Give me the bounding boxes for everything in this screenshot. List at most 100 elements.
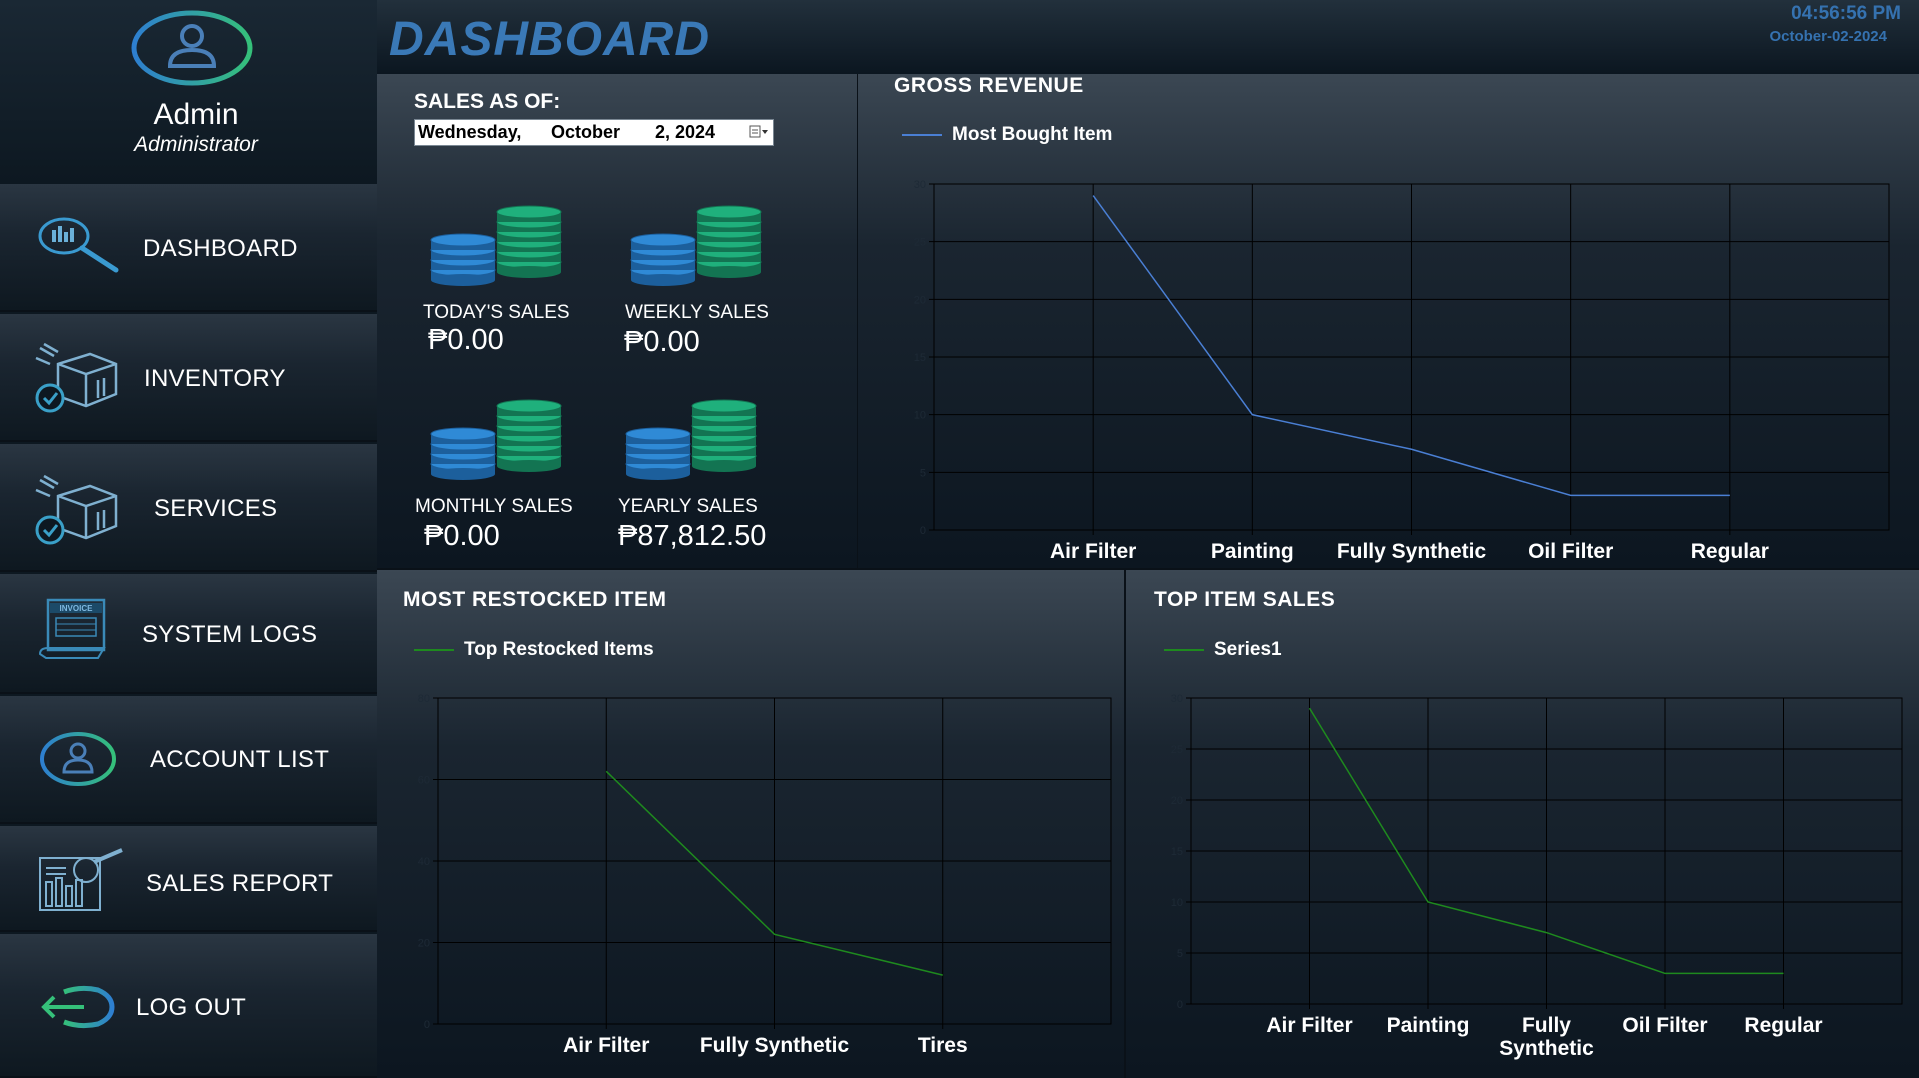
y-tick-label: 80 [418,693,430,705]
top-item-sales-chart: 0 5 10 15 20 25 30 Air Filter Painting FullySynth… [1171,693,1903,1060]
todays-sales-value: ₱0.00 [428,324,504,356]
sales-as-of-label: SALES AS OF: [414,90,561,113]
y-tick-label: 25 [914,237,926,249]
sidebar-item-dashboard[interactable]: DASHBOARD [0,184,377,312]
y-tick-label: 20 [1171,795,1183,807]
coin [626,468,690,480]
y-tick-label: 10 [914,410,926,422]
y-tick-label: 20 [418,938,430,950]
profile-card: Admin Administrator [0,0,377,182]
profile-name: Admin [153,98,239,131]
sidebar-item-sales-report[interactable]: SALES REPORT [0,826,377,932]
user-icon [40,732,116,786]
y-tick-label: 60 [418,775,430,787]
most-restocked-chart: 0 20 40 60 80 Air Filter Fully Synthetic Tires [418,693,1112,1057]
x-category-label: Tires [918,1034,968,1057]
x-category-label: Oil Filter [1622,1014,1707,1037]
sidebar-item-label: DASHBOARD [143,235,298,262]
y-tick-label: 0 [424,1019,430,1031]
y-tick-label: 0 [920,525,926,537]
x-category-label: Painting [1387,1014,1470,1037]
box-icon [35,474,118,545]
box-icon [35,342,118,413]
most-restocked-panel: MOST RESTOCKED ITEM Top Restocked Items … [377,568,1124,1078]
gross-revenue-panel: GROSS REVENUE Most Bought Item 0 5 10 15 20 2… [857,74,1919,568]
coin-stack-icon [430,399,562,480]
sidebar: Admin Administrator DASHBOARD INVENTORY [0,0,377,1078]
sidebar-item-label: ACCOUNT LIST [150,746,330,773]
sidebar-item-label: SALES REPORT [146,870,334,897]
coin-stack-icon [430,205,562,286]
x-category-label: Air Filter [563,1034,649,1057]
coin [430,427,496,441]
x-category-label: Fully [1522,1014,1571,1037]
dashboard-search-icon [38,217,119,273]
clock-time: 04:56:56 PM [1791,3,1901,24]
coin [431,274,495,286]
y-tick-label: 40 [418,856,430,868]
yearly-sales-value: ₱87,812.50 [618,520,767,552]
header: DASHBOARD 04:56:56 PM October-02-2024 [377,0,1919,74]
top-item-sales-panel: TOP ITEM SALES Series1 0 5 10 15 20 25 30 Air F… [1124,568,1919,1078]
coin [631,274,695,286]
weekly-sales-label: WEEKLY SALES [625,302,769,323]
x-category-label: Oil Filter [1528,540,1613,563]
sidebar-item-label: LOG OUT [136,994,247,1021]
x-category-label: Regular [1691,540,1769,563]
weekly-sales-value: ₱0.00 [624,326,700,358]
y-tick-label: 30 [914,179,926,191]
coin [430,233,496,247]
sidebar-item-account-list[interactable]: ACCOUNT LIST [0,696,377,824]
sales-date-picker[interactable]: Wednesday, October 2, 2024 [414,119,774,146]
coin [691,399,757,413]
coin [697,266,761,278]
monthly-sales-value: ₱0.00 [424,520,500,552]
yearly-sales-label: YEARLY SALES [618,496,758,517]
y-tick-label: 30 [1171,693,1183,705]
calendar-dropdown-icon[interactable] [749,125,769,139]
coin [630,233,696,247]
todays-sales-label: TODAY'S SALES [423,302,570,323]
x-category-label: Air Filter [1266,1014,1352,1037]
invoice-icon-label: INVOICE [60,604,94,613]
y-tick-label: 0 [1177,999,1183,1011]
sidebar-item-label: SERVICES [154,495,278,522]
y-tick-label: 5 [920,467,926,479]
page-title: DASHBOARD [389,13,710,66]
coin [496,399,562,413]
date-picker-month: October [551,122,621,142]
invoice-icon: INVOICE [38,598,106,659]
sidebar-item-system-logs[interactable]: INVOICE SYSTEM LOGS [0,574,377,694]
coin-stack-icon [625,399,757,480]
gross-revenue-chart: 0 5 10 15 20 25 30 Air Filter Painting Fully Synt… [914,179,1890,563]
date-picker-date: 2, 2024 [655,122,716,142]
coin-stack-icon [630,205,762,286]
y-tick-label: 5 [1177,948,1183,960]
y-tick-label: 15 [914,352,926,364]
x-category-label: Synthetic [1499,1037,1594,1060]
y-tick-label: 10 [1171,897,1183,909]
sales-summary-panel: SALES AS OF: Wednesday, October 2, 2024 … [377,74,857,568]
coin [625,427,691,441]
profile-role: Administrator [134,133,258,156]
clock-date: October-02-2024 [1769,28,1887,45]
logout-icon [41,985,115,1029]
sidebar-item-inventory[interactable]: INVENTORY [0,314,377,442]
user-avatar-icon [131,10,253,86]
sidebar-item-services[interactable]: SERVICES [0,444,377,572]
sidebar-item-label: INVENTORY [144,365,286,392]
coin [692,460,756,472]
coin [431,468,495,480]
sidebar-item-log-out[interactable]: LOG OUT [0,934,377,1078]
x-category-label: Regular [1744,1014,1822,1037]
y-tick-label: 25 [1171,744,1183,756]
coin [497,460,561,472]
sidebar-item-label: SYSTEM LOGS [142,621,318,648]
x-category-label: Fully Synthetic [1337,540,1487,563]
x-category-label: Painting [1211,540,1294,563]
y-tick-label: 20 [914,294,926,306]
x-category-label: Air Filter [1050,540,1136,563]
coin [497,266,561,278]
coin [696,205,762,219]
date-picker-day: Wednesday, [418,122,522,142]
